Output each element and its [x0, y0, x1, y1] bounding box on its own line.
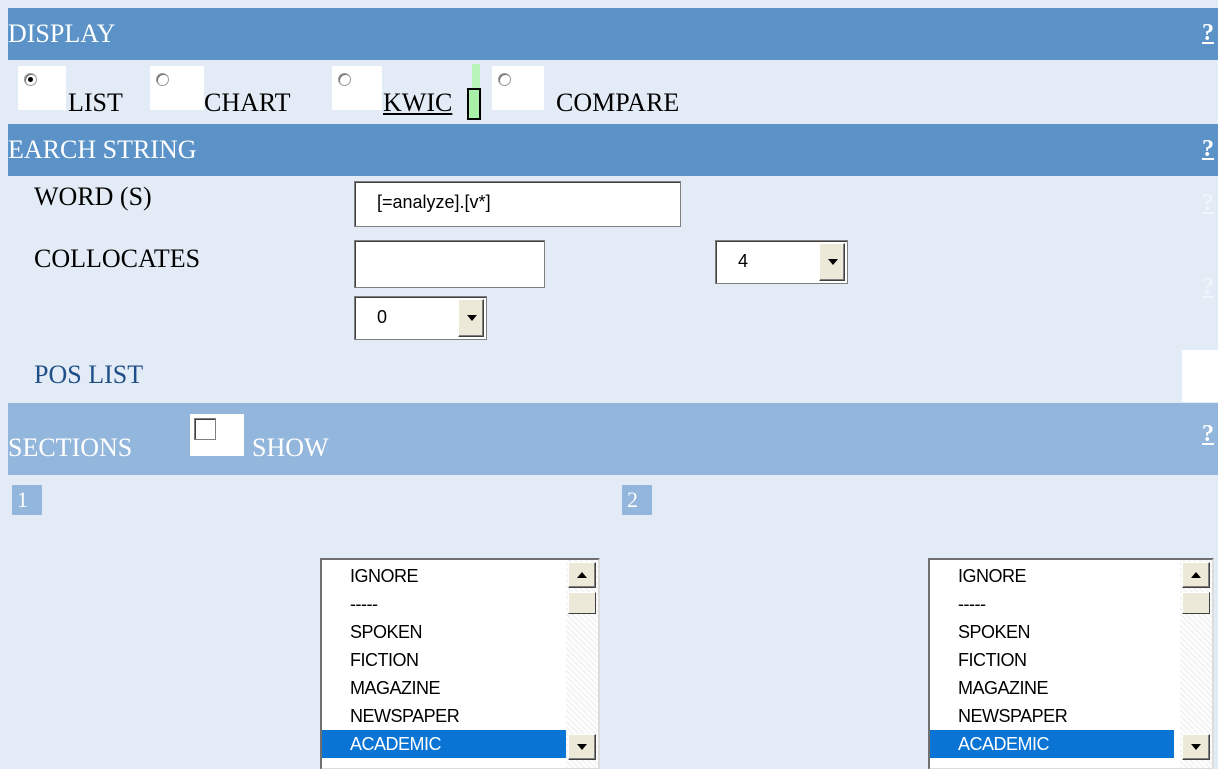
- scroll-down-icon[interactable]: [568, 734, 596, 760]
- option-compare-label[interactable]: COMPARE: [556, 88, 679, 118]
- search-string-title: EARCH STRING: [8, 135, 197, 164]
- cursor-indicator: [472, 64, 480, 88]
- collocates-help-link[interactable]: ?: [1202, 274, 1214, 301]
- words-label: WORD (S): [34, 182, 152, 211]
- list-item[interactable]: SPOKEN: [322, 618, 566, 646]
- display-header: DISPLAY ?: [8, 8, 1218, 60]
- list-item[interactable]: MAGAZINE: [930, 674, 1174, 702]
- radio-kwic[interactable]: [338, 73, 351, 86]
- list-item[interactable]: IGNORE: [930, 562, 1174, 590]
- section-2-listbox[interactable]: IGNORE ----- SPOKEN FICTION MAGAZINE NEW…: [928, 558, 1214, 769]
- collocates-left-span-value: 0: [377, 307, 388, 327]
- collocates-right-span-value: 4: [738, 251, 749, 271]
- scroll-thumb[interactable]: [1182, 592, 1210, 614]
- section-1-scrollbar[interactable]: [566, 560, 598, 768]
- text-cursor: [467, 88, 481, 120]
- scroll-up-icon[interactable]: [1182, 562, 1210, 588]
- list-item-selected[interactable]: ACADEMIC: [930, 730, 1174, 758]
- scroll-up-icon[interactable]: [568, 562, 596, 588]
- option-kwic-label[interactable]: KWIC: [383, 88, 452, 118]
- section-2-scrollbar[interactable]: [1180, 560, 1212, 768]
- search-help-link[interactable]: ?: [1202, 136, 1214, 163]
- section-1-number: 1: [12, 485, 42, 515]
- scroll-thumb[interactable]: [568, 592, 596, 614]
- display-options: LIST CHART KWIC COMPARE: [0, 60, 1218, 122]
- sections-show-checkbox-box[interactable]: [190, 414, 244, 456]
- sections-title: SECTIONS: [8, 433, 133, 462]
- option-list-label[interactable]: LIST: [68, 88, 123, 118]
- sections-header: SECTIONS SHOW ?: [8, 403, 1218, 475]
- display-help-link[interactable]: ?: [1202, 20, 1214, 47]
- display-title: DISPLAY: [8, 19, 116, 48]
- section-2-number: 2: [622, 485, 652, 515]
- pos-list-panel: [1182, 350, 1218, 402]
- radio-compare-box[interactable]: [492, 66, 544, 110]
- sections-show-checkbox[interactable]: [194, 418, 216, 440]
- list-item[interactable]: FICTION: [930, 646, 1174, 674]
- list-item-selected[interactable]: ACADEMIC: [322, 730, 566, 758]
- list-item[interactable]: SPOKEN: [930, 618, 1174, 646]
- list-item[interactable]: -----: [930, 590, 1174, 618]
- search-string-header: EARCH STRING ?: [8, 124, 1218, 176]
- chevron-down-icon[interactable]: [458, 299, 484, 337]
- collocates-input[interactable]: [354, 240, 545, 288]
- radio-chart-box[interactable]: [150, 66, 204, 110]
- words-help-link[interactable]: ?: [1202, 190, 1214, 217]
- words-input[interactable]: [=analyze].[v*]: [354, 181, 681, 227]
- collocates-right-span-select[interactable]: 4: [715, 240, 848, 284]
- radio-list[interactable]: [24, 73, 37, 86]
- option-chart-label[interactable]: CHART: [204, 88, 291, 118]
- radio-chart[interactable]: [156, 73, 169, 86]
- list-item[interactable]: NEWSPAPER: [322, 702, 566, 730]
- section-1-listbox[interactable]: IGNORE ----- SPOKEN FICTION MAGAZINE NEW…: [320, 558, 600, 769]
- sections-help-link[interactable]: ?: [1202, 421, 1214, 448]
- pos-list-link[interactable]: POS LIST: [34, 360, 143, 390]
- list-item[interactable]: FICTION: [322, 646, 566, 674]
- sections-show-label[interactable]: SHOW: [252, 433, 329, 463]
- radio-kwic-box[interactable]: [332, 66, 382, 110]
- list-item[interactable]: NEWSPAPER: [930, 702, 1174, 730]
- radio-compare[interactable]: [498, 73, 511, 86]
- radio-list-box[interactable]: [18, 66, 66, 110]
- collocates-label: COLLOCATES: [34, 244, 201, 273]
- list-item[interactable]: -----: [322, 590, 566, 618]
- list-item[interactable]: MAGAZINE: [322, 674, 566, 702]
- list-item[interactable]: IGNORE: [322, 562, 566, 590]
- chevron-down-icon[interactable]: [819, 243, 845, 281]
- collocates-left-span-select[interactable]: 0: [354, 296, 487, 340]
- scroll-down-icon[interactable]: [1182, 734, 1210, 760]
